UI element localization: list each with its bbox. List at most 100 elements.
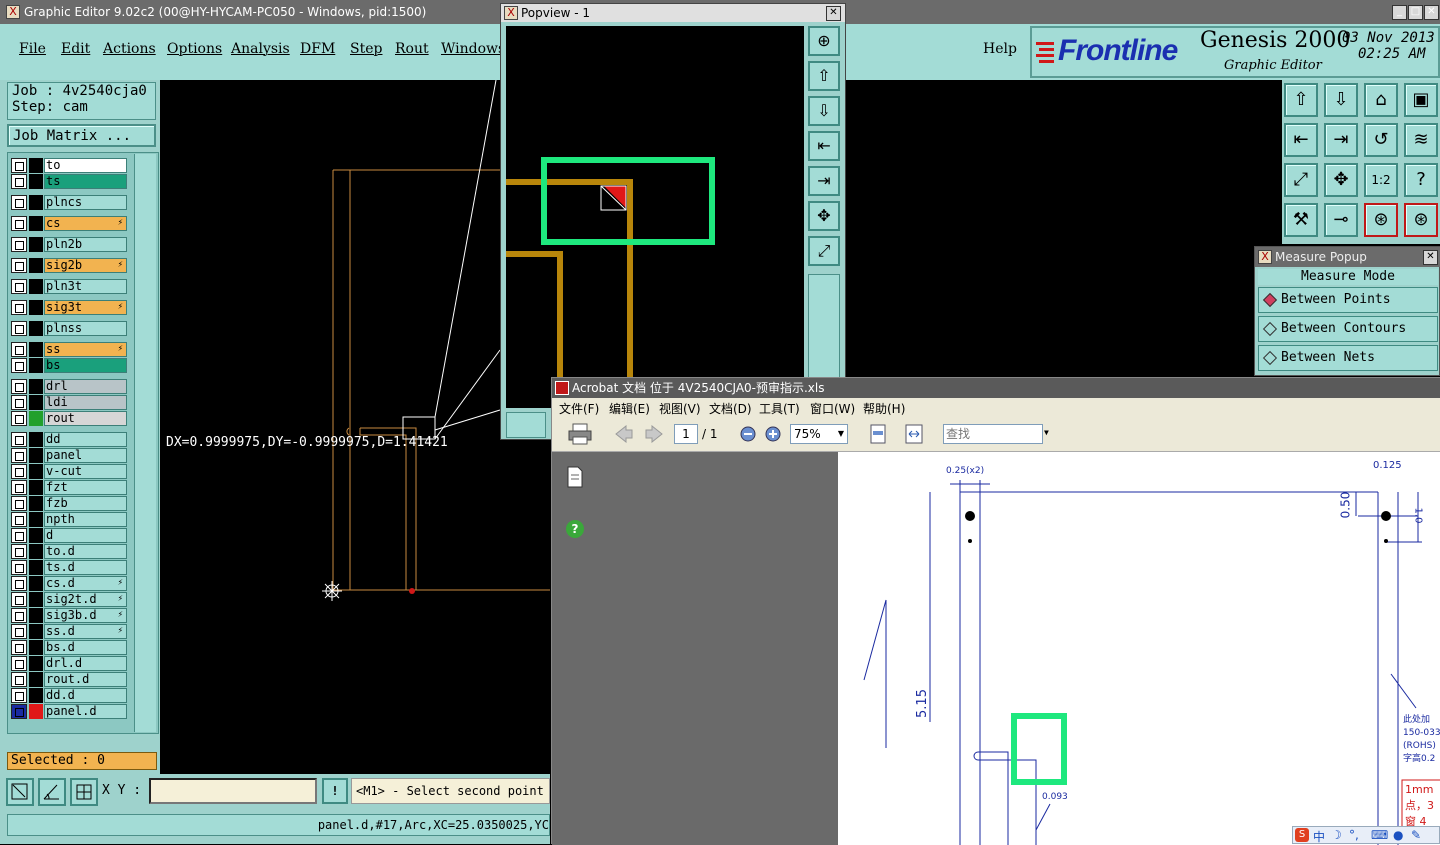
graphic-canvas[interactable]: DX=0.9999975,DY=-0.9999975,D=1.41421: [160, 80, 550, 774]
layer-row-pln3t[interactable]: pln3t: [11, 279, 129, 294]
search-dropdown-icon[interactable]: ▼: [1044, 428, 1049, 437]
maximize-button[interactable]: □: [1408, 5, 1423, 20]
snake-icon[interactable]: ≋: [1404, 123, 1438, 157]
layer-checkbox[interactable]: [11, 704, 27, 719]
net-compare-icon[interactable]: ⊛: [1404, 203, 1438, 237]
layer-color-swatch[interactable]: [29, 592, 43, 607]
layer-color-swatch[interactable]: [29, 528, 43, 543]
layer-name[interactable]: plncs: [44, 195, 127, 210]
layer-checkbox[interactable]: [11, 395, 27, 410]
layer-name[interactable]: pln3t: [44, 279, 127, 294]
layer-color-swatch[interactable]: [29, 672, 43, 687]
layer-checkbox[interactable]: [11, 640, 27, 655]
layer-name[interactable]: npth: [44, 512, 127, 527]
layer-color-swatch[interactable]: [29, 379, 43, 394]
layer-name[interactable]: panel.d: [44, 704, 127, 719]
layer-row-ss-d[interactable]: ss.d ⚡: [11, 624, 129, 639]
layer-checkbox[interactable]: [11, 411, 27, 426]
zoom-out-icon[interactable]: [740, 426, 756, 442]
layer-name[interactable]: ss ⚡: [44, 342, 127, 357]
layer-row-drl-d[interactable]: drl.d: [11, 656, 129, 671]
layer-color-swatch[interactable]: [29, 358, 43, 373]
layer-row-cs-d[interactable]: cs.d ⚡: [11, 576, 129, 591]
layer-row-rout[interactable]: rout: [11, 411, 129, 426]
layer-row-ts-d[interactable]: ts.d: [11, 560, 129, 575]
layer-color-swatch[interactable]: [29, 279, 43, 294]
layer-name[interactable]: panel: [44, 448, 127, 463]
menu-help[interactable]: Help: [983, 41, 1017, 57]
layer-name[interactable]: dd: [44, 432, 127, 447]
layer-row-fzt[interactable]: fzt: [11, 480, 129, 495]
layer-checkbox[interactable]: [11, 448, 27, 463]
layer-row-bs[interactable]: bs: [11, 358, 129, 373]
layer-checkbox[interactable]: [11, 512, 27, 527]
zoom-select[interactable]: 75% ▼: [790, 424, 848, 444]
fit-width-icon[interactable]: [904, 423, 924, 445]
acrobat-menu-help[interactable]: 帮助(H): [863, 400, 905, 417]
layer-name[interactable]: pln2b: [44, 237, 127, 252]
layer-name[interactable]: sig3b.d ⚡: [44, 608, 127, 623]
layer-checkbox[interactable]: [11, 258, 27, 273]
layer-row-bs-d[interactable]: bs.d: [11, 640, 129, 655]
layer-name[interactable]: fzb: [44, 496, 127, 511]
layer-name[interactable]: sig2b ⚡: [44, 258, 127, 273]
menu-windows[interactable]: Windows: [441, 41, 505, 57]
menu-dfm[interactable]: DFM: [300, 41, 335, 57]
layer-row-ts[interactable]: ts: [11, 174, 129, 189]
pop-move-up-icon[interactable]: ⇧: [808, 61, 840, 91]
shift-right-icon[interactable]: ⇥: [1324, 123, 1358, 157]
layer-checkbox[interactable]: [11, 464, 27, 479]
layer-checkbox[interactable]: [11, 496, 27, 511]
layer-checkbox[interactable]: [11, 624, 27, 639]
layer-checkbox[interactable]: [11, 321, 27, 336]
layer-name[interactable]: bs.d: [44, 640, 127, 655]
layer-name[interactable]: rout.d: [44, 672, 127, 687]
layer-row-ss[interactable]: ss ⚡: [11, 342, 129, 357]
layer-color-swatch[interactable]: [29, 300, 43, 315]
layer-color-swatch[interactable]: [29, 342, 43, 357]
menu-file[interactable]: File: [19, 41, 46, 57]
punctuation-icon[interactable]: °,: [1349, 828, 1359, 842]
acrobat-menu-file[interactable]: 文件(F): [559, 400, 599, 417]
layer-row-sig3t[interactable]: sig3t ⚡: [11, 300, 129, 315]
menu-options[interactable]: Options: [167, 41, 222, 57]
layer-color-swatch[interactable]: [29, 174, 43, 189]
zoom-area-icon[interactable]: [6, 778, 34, 806]
layer-color-swatch[interactable]: [29, 480, 43, 495]
layer-color-swatch[interactable]: [29, 216, 43, 231]
popview-canvas[interactable]: [506, 26, 804, 408]
snap-angle-icon[interactable]: [38, 778, 66, 806]
prev-page-icon[interactable]: [614, 425, 634, 443]
acrobat-menu-edit[interactable]: 编辑(E): [609, 400, 650, 417]
layer-name[interactable]: v-cut: [44, 464, 127, 479]
moon-icon[interactable]: ☽: [1331, 828, 1342, 842]
layer-name[interactable]: sig2t.d ⚡: [44, 592, 127, 607]
layer-scrollbar[interactable]: [134, 154, 156, 732]
zoom-in-icon[interactable]: [765, 426, 781, 442]
layer-row-d[interactable]: d: [11, 528, 129, 543]
layer-row-sig2b[interactable]: sig2b ⚡: [11, 258, 129, 273]
layer-checkbox[interactable]: [11, 237, 27, 252]
layer-color-swatch[interactable]: [29, 158, 43, 173]
zoom-fit-icon[interactable]: ⤢: [1284, 163, 1318, 197]
layer-color-swatch[interactable]: [29, 237, 43, 252]
layer-name[interactable]: to.d: [44, 544, 127, 559]
layer-color-swatch[interactable]: [29, 496, 43, 511]
next-page-icon[interactable]: [644, 425, 664, 443]
home-icon[interactable]: ⌂: [1364, 83, 1398, 117]
layer-color-swatch[interactable]: [29, 395, 43, 410]
layer-checkbox[interactable]: [11, 358, 27, 373]
menu-rout[interactable]: Rout: [395, 41, 429, 57]
layer-row-npth[interactable]: npth: [11, 512, 129, 527]
layer-name[interactable]: plnss: [44, 321, 127, 336]
layer-color-swatch[interactable]: [29, 576, 43, 591]
pop-fit-icon[interactable]: ⤢: [808, 236, 840, 266]
menu-step[interactable]: Step: [350, 41, 382, 57]
scale-1to2-icon[interactable]: 1:2: [1364, 163, 1398, 197]
acrobat-menu-document[interactable]: 文档(D): [709, 400, 752, 417]
fit-page-icon[interactable]: [868, 423, 888, 445]
layer-row-rout-d[interactable]: rout.d: [11, 672, 129, 687]
acrobat-menu-window[interactable]: 窗口(W): [810, 400, 855, 417]
measure-popup-close-button[interactable]: ✕: [1423, 250, 1438, 265]
sogou-icon[interactable]: S: [1295, 828, 1309, 842]
